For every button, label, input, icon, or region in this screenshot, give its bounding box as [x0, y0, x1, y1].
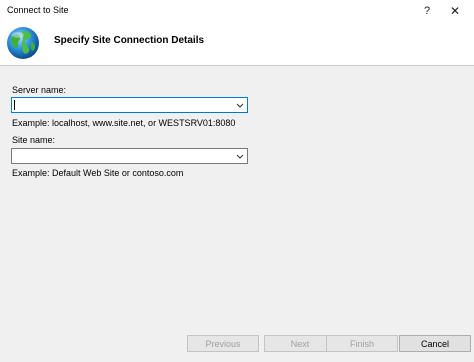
previous-button[interactable]: Previous [187, 335, 259, 352]
text-cursor [14, 100, 15, 110]
cancel-button[interactable]: Cancel [399, 335, 471, 352]
finish-button[interactable]: Finish [326, 335, 398, 352]
site-name-combobox[interactable] [11, 148, 248, 164]
close-button[interactable]: ✕ [443, 2, 467, 20]
title-bar: Connect to Site ? ✕ [0, 0, 474, 22]
help-button[interactable]: ? [415, 2, 439, 20]
chevron-down-icon[interactable] [235, 99, 245, 111]
server-name-label: Server name: [12, 85, 67, 95]
server-name-example: Example: localhost, www.site.net, or WES… [12, 118, 236, 128]
site-name-example: Example: Default Web Site or contoso.com [12, 168, 184, 178]
server-name-combobox[interactable] [11, 97, 248, 113]
page-title: Specify Site Connection Details [54, 35, 205, 46]
globe-icon [7, 27, 39, 59]
dialog-header: Specify Site Connection Details [0, 22, 474, 66]
window-title: Connect to Site [7, 5, 69, 15]
site-name-label: Site name: [12, 135, 56, 145]
chevron-down-icon[interactable] [235, 150, 245, 162]
